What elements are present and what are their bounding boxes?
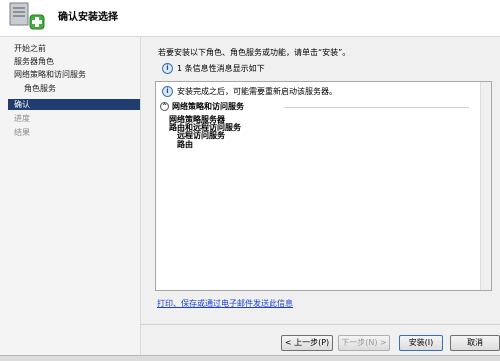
page-title: 确认安装选择 xyxy=(58,12,118,23)
taskbar-strip xyxy=(0,355,500,361)
nav-item-before-you-begin[interactable]: 开始之前 xyxy=(14,43,46,54)
scrollbar[interactable] xyxy=(480,82,491,290)
collapse-icon[interactable]: ^ xyxy=(160,102,169,111)
section-header-npas[interactable]: ^ 网络策略和访问服务 xyxy=(160,101,244,112)
info-summary: i 1 条信息性消息显示如下 xyxy=(162,63,265,74)
nav-item-server-roles[interactable]: 服务器角色 xyxy=(14,56,54,67)
print-save-email-link[interactable]: 打印、保存或通过电子邮件发送此信息 xyxy=(157,298,293,309)
nav-item-npas[interactable]: 网络策略和访问服务 xyxy=(14,69,86,80)
cancel-button[interactable]: 取消 xyxy=(450,335,500,351)
confirmation-list: i 安装完成之后，可能需要重新启动该服务器。 ^ 网络策略和访问服务 网络策略服… xyxy=(155,81,492,291)
footer-divider xyxy=(140,324,500,325)
restart-notice: i 安装完成之后，可能需要重新启动该服务器。 xyxy=(162,86,337,97)
list-item: 路由 xyxy=(177,140,193,149)
info-count-text: 1 条信息性消息显示如下 xyxy=(177,64,265,73)
info-icon: i xyxy=(162,86,173,97)
intro-text: 若要安装以下角色、角色服务或功能，请单击“安装”。 xyxy=(158,48,351,57)
restart-notice-text: 安装完成之后，可能需要重新启动该服务器。 xyxy=(177,87,337,96)
install-button[interactable]: 安装(I) xyxy=(399,335,443,351)
section-title: 网络策略和访问服务 xyxy=(172,102,244,111)
nav-item-results: 结果 xyxy=(14,128,30,137)
info-icon: i xyxy=(162,63,173,74)
server-add-icon xyxy=(6,1,46,31)
nav-item-role-services[interactable]: 角色服务 xyxy=(24,83,56,94)
nav-item-progress: 进度 xyxy=(14,114,30,123)
back-button[interactable]: < 上一步(P) xyxy=(281,335,333,351)
next-button: 下一步(N) > xyxy=(338,335,390,351)
nav-item-confirmation[interactable]: 确认 xyxy=(8,99,140,110)
wizard-nav: 开始之前 服务器角色 网络策略和访问服务 角色服务 确认 进度 结果 xyxy=(0,37,141,355)
wizard-header: 确认安装选择 xyxy=(0,0,500,36)
section-divider xyxy=(284,107,469,108)
